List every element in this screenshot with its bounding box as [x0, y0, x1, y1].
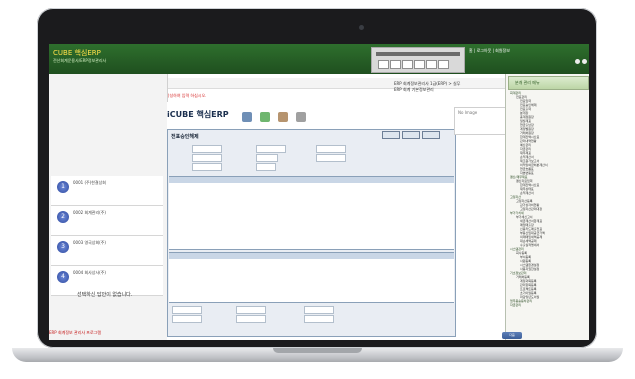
menu-tree: 회계관리 전표관리 전표입력 전표승인해제 전표출력 분개장 총계정원장 일월계표 현금출납장 계…	[510, 91, 588, 307]
tree-banner: 분개 관리 메뉴	[508, 76, 589, 90]
filter-input[interactable]	[192, 145, 222, 153]
erp-title: iCUBE 핵심ERP	[167, 110, 229, 119]
settings-icon[interactable]	[575, 59, 580, 64]
top-status-panel	[371, 47, 465, 73]
filter-row	[172, 163, 450, 171]
answer-option[interactable]: 3 0003 영국상회(주)	[51, 236, 163, 266]
filter-input[interactable]	[316, 145, 346, 153]
search-icon[interactable]	[242, 112, 252, 122]
approve-icon[interactable]	[260, 112, 270, 122]
window-button[interactable]	[422, 131, 440, 139]
status-chip	[390, 60, 401, 69]
filter-input[interactable]	[256, 145, 286, 153]
menu-tree-panel: 분개 관리 메뉴 회계관리 전표관리 전표입력 전표승인해제 전표출력 분개장 총계정원장 일…	[505, 74, 589, 340]
filter-input[interactable]	[256, 154, 278, 162]
filter-input[interactable]	[316, 154, 346, 162]
next-button[interactable]: 다음	[502, 332, 522, 339]
summary-input[interactable]	[236, 315, 266, 323]
no-answer-text: 선택하신 답안이 없습니다.	[77, 292, 133, 298]
option-text: 0002 회계관리(주)	[73, 210, 106, 215]
status-chip	[414, 60, 425, 69]
filter-fields	[172, 145, 450, 180]
filter-row	[172, 154, 450, 162]
filter-input[interactable]	[192, 154, 222, 162]
answer-option[interactable]: 1 0001 (주)한결상회	[51, 176, 163, 206]
answer-option[interactable]: 2 0002 회계관리(주)	[51, 206, 163, 236]
filter-row	[172, 145, 450, 153]
option-number: 2	[57, 211, 69, 223]
answer-sidebar: 1 0001 (주)한결상회 2 0002 회계관리(주) 3 0003 영국상…	[49, 74, 168, 340]
brand-title: CUBE 핵심ERP	[53, 49, 101, 57]
status-chip	[402, 60, 413, 69]
window-button[interactable]	[402, 131, 420, 139]
summary-input[interactable]	[172, 306, 202, 314]
status-chip	[438, 60, 449, 69]
erp-window: 전표승인해제	[167, 129, 456, 337]
option-text: 0004 회사상사(주)	[73, 270, 106, 275]
summary-input[interactable]	[304, 315, 334, 323]
image-placeholder: No Image	[454, 107, 507, 135]
status-bar	[376, 52, 460, 56]
window-header: 전표승인해제	[171, 134, 199, 140]
summary-input[interactable]	[172, 315, 202, 323]
option-number: 3	[57, 241, 69, 253]
brand-subtitle: 전산회계운용사/ERP정보관리사	[53, 58, 107, 63]
option-number: 4	[57, 271, 69, 283]
question-category: ERP 회계정보관리사 1급(ERP) > 실무 ERP 회계 기본정보관리	[394, 81, 460, 93]
option-text: 0001 (주)한결상회	[73, 180, 106, 185]
no-image-text: No Image	[458, 110, 478, 115]
filter-input[interactable]	[256, 163, 276, 171]
option-text: 0003 영국상회(주)	[73, 240, 106, 245]
top-links[interactable]: 홈 | 로그아웃 | 회원정보	[469, 48, 510, 54]
app-topbar: CUBE 핵심ERP 전산회계운용사/ERP정보관리사 홈 | 로그아웃 | 회…	[49, 44, 589, 74]
window-button[interactable]	[382, 131, 400, 139]
option-number: 1	[57, 181, 69, 193]
filter-input[interactable]	[192, 163, 222, 171]
entry-grid[interactable]	[169, 183, 454, 250]
release-icon[interactable]	[278, 112, 288, 122]
tree-banner-text: 분개 관리 메뉴	[515, 80, 540, 85]
status-chip	[378, 60, 389, 69]
tree-item[interactable]: 자금관리	[510, 303, 588, 307]
webcam-icon	[359, 25, 364, 30]
detail-grid[interactable]	[169, 259, 454, 303]
laptop-notch	[273, 348, 362, 353]
footer-text: ERP 회계정보 관리사 프로그램	[49, 330, 102, 335]
summary-input[interactable]	[236, 306, 266, 314]
summary-input[interactable]	[304, 306, 334, 314]
screen: CUBE 핵심ERP 전산회계운용사/ERP정보관리사 홈 | 로그아웃 | 회…	[49, 44, 589, 340]
status-chip	[426, 60, 437, 69]
summary-fields	[172, 306, 450, 334]
print-icon[interactable]	[296, 112, 306, 122]
close-icon[interactable]	[582, 59, 587, 64]
